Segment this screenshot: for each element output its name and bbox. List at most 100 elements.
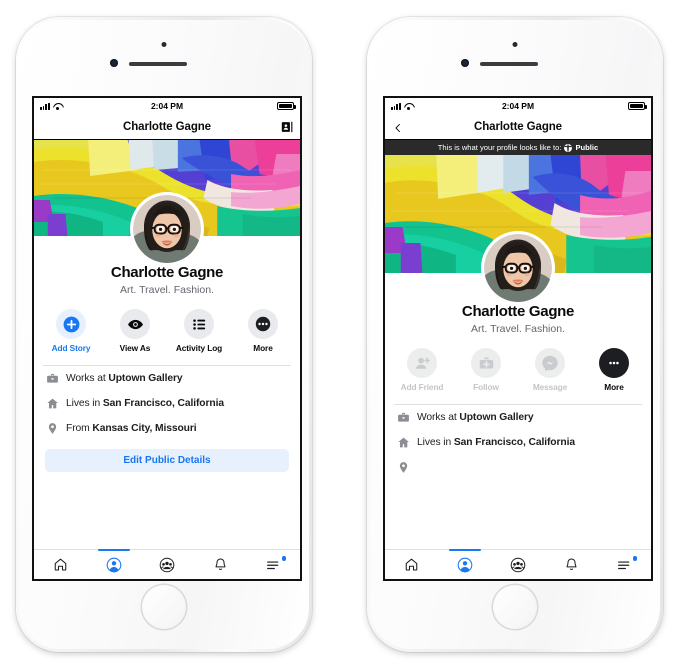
briefcase-icon: [46, 372, 59, 385]
front-camera-icon: [110, 59, 118, 67]
home-icon: [397, 436, 410, 449]
info-value: Uptown Gallery: [459, 412, 534, 423]
page-title: Charlotte Gagne: [474, 120, 562, 133]
action-label: Activity Log: [175, 343, 223, 353]
action-label: More: [253, 343, 273, 353]
dots-icon: [599, 348, 629, 378]
home-icon: [46, 397, 59, 410]
plus-circle-icon: [56, 309, 86, 339]
profile-action-bar-left: Add Story View As Activity Log More: [34, 309, 300, 353]
action-more[interactable]: More: [239, 309, 287, 353]
status-right-group: [628, 102, 647, 110]
nav-header-right: Charlotte Gagne: [385, 114, 651, 140]
profile-action-bar-right: Add Friend Follow Message More: [385, 348, 651, 392]
groups-tab[interactable]: [491, 550, 544, 579]
follow-plus-icon: [471, 348, 501, 378]
eye-icon: [120, 309, 150, 339]
info-value: San Francisco, California: [102, 398, 224, 409]
earpiece-speaker-icon: [480, 62, 538, 66]
groups-tab[interactable]: [140, 550, 193, 579]
action-label: Add Story: [51, 343, 91, 353]
notifications-tab[interactable]: [194, 550, 247, 579]
battery-full-icon: [628, 102, 647, 110]
info-row-lives[interactable]: Lives in San Francisco, California: [34, 391, 300, 416]
home-tab[interactable]: [385, 550, 438, 579]
screenshot-canvas: 2:04 PM Charlotte Gagne Charlotte Gagne …: [0, 0, 680, 669]
page-title: Charlotte Gagne: [123, 120, 211, 133]
notification-badge: [281, 556, 287, 561]
battery-full-icon: [277, 102, 296, 110]
person-plus-icon: [407, 348, 437, 378]
view-as-audience: Public: [575, 143, 599, 152]
info-text: Lives in San Francisco, California: [66, 398, 224, 409]
briefcase-icon: [397, 411, 410, 424]
info-prefix: From: [66, 423, 93, 434]
identity-block: Charlotte Gagne Art. Travel. Fashion.: [34, 264, 300, 296]
action-more[interactable]: More: [590, 348, 638, 392]
info-row-partial: [385, 455, 651, 480]
list-icon: [184, 309, 214, 339]
avatar-photo: [133, 195, 201, 263]
phone-device-right: 2:04 PM Charlotte Gagne This is what you…: [367, 17, 663, 652]
profile-tab[interactable]: [438, 549, 491, 579]
info-row-from[interactable]: From Kansas City, Missouri: [34, 416, 300, 441]
profile-tagline: Art. Travel. Fashion.: [471, 323, 565, 335]
info-prefix: Lives in: [66, 398, 103, 409]
profile-tab[interactable]: [87, 549, 140, 579]
edit-public-details-button[interactable]: Edit Public Details: [45, 449, 289, 472]
home-button[interactable]: [142, 585, 186, 629]
active-tab-indicator: [448, 549, 481, 551]
phone-body-right: 2:04 PM Charlotte Gagne This is what you…: [370, 20, 660, 649]
info-row-work[interactable]: Works at Uptown Gallery: [385, 405, 651, 430]
avatar[interactable]: [481, 231, 555, 305]
action-add-friend[interactable]: Add Friend: [398, 348, 446, 392]
info-row-work[interactable]: Works at Uptown Gallery: [34, 366, 300, 391]
action-label: Message: [532, 382, 568, 392]
info-text: Works at Uptown Gallery: [66, 373, 183, 384]
earpiece-speaker-icon: [129, 62, 187, 66]
contact-card-icon[interactable]: [281, 120, 294, 133]
action-view-as[interactable]: View As: [111, 309, 159, 353]
back-chevron-icon[interactable]: [393, 120, 403, 134]
menu-tab[interactable]: [598, 550, 651, 579]
bottom-tab-bar-left: [34, 549, 300, 579]
info-text: From Kansas City, Missouri: [66, 423, 197, 434]
phone-body-left: 2:04 PM Charlotte Gagne Charlotte Gagne …: [19, 20, 309, 649]
action-follow[interactable]: Follow: [462, 348, 510, 392]
home-button[interactable]: [493, 585, 537, 629]
profile-scroll-right[interactable]: Charlotte Gagne Art. Travel. Fashion. Ad…: [385, 155, 651, 549]
info-value: Kansas City, Missouri: [92, 423, 197, 434]
profile-name: Charlotte Gagne: [461, 303, 575, 320]
notifications-tab[interactable]: [545, 550, 598, 579]
phone-device-left: 2:04 PM Charlotte Gagne Charlotte Gagne …: [16, 17, 312, 652]
location-pin-icon: [46, 422, 59, 435]
location-pin-icon: [397, 461, 410, 474]
profile-scroll-left[interactable]: Charlotte Gagne Art. Travel. Fashion. Ad…: [34, 140, 300, 549]
info-text: Works at Uptown Gallery: [417, 412, 534, 423]
status-bar-left: 2:04 PM: [34, 98, 300, 114]
avatar[interactable]: [130, 192, 204, 266]
action-label: More: [604, 382, 624, 392]
action-add-story[interactable]: Add Story: [47, 309, 95, 353]
front-camera-icon: [461, 59, 469, 67]
view-as-text: This is what your profile looks like to:: [437, 143, 562, 152]
info-value: San Francisco, California: [453, 437, 575, 448]
active-tab-indicator: [97, 549, 130, 551]
dots-icon: [248, 309, 278, 339]
home-tab[interactable]: [34, 550, 87, 579]
action-label: View As: [119, 343, 151, 353]
action-label: Follow: [473, 382, 499, 392]
info-row-lives[interactable]: Lives in San Francisco, California: [385, 430, 651, 455]
menu-tab[interactable]: [247, 550, 300, 579]
info-prefix: Works at: [417, 412, 460, 423]
action-activity-log[interactable]: Activity Log: [175, 309, 223, 353]
action-message[interactable]: Message: [526, 348, 574, 392]
status-time: 2:04 PM: [501, 101, 535, 111]
profile-tagline: Art. Travel. Fashion.: [120, 284, 214, 296]
info-prefix: Lives in: [417, 437, 454, 448]
info-prefix: Works at: [66, 373, 109, 384]
avatar-photo: [484, 234, 552, 302]
status-bar-right: 2:04 PM: [385, 98, 651, 114]
bottom-tab-bar-right: [385, 549, 651, 579]
globe-icon: [564, 143, 573, 152]
